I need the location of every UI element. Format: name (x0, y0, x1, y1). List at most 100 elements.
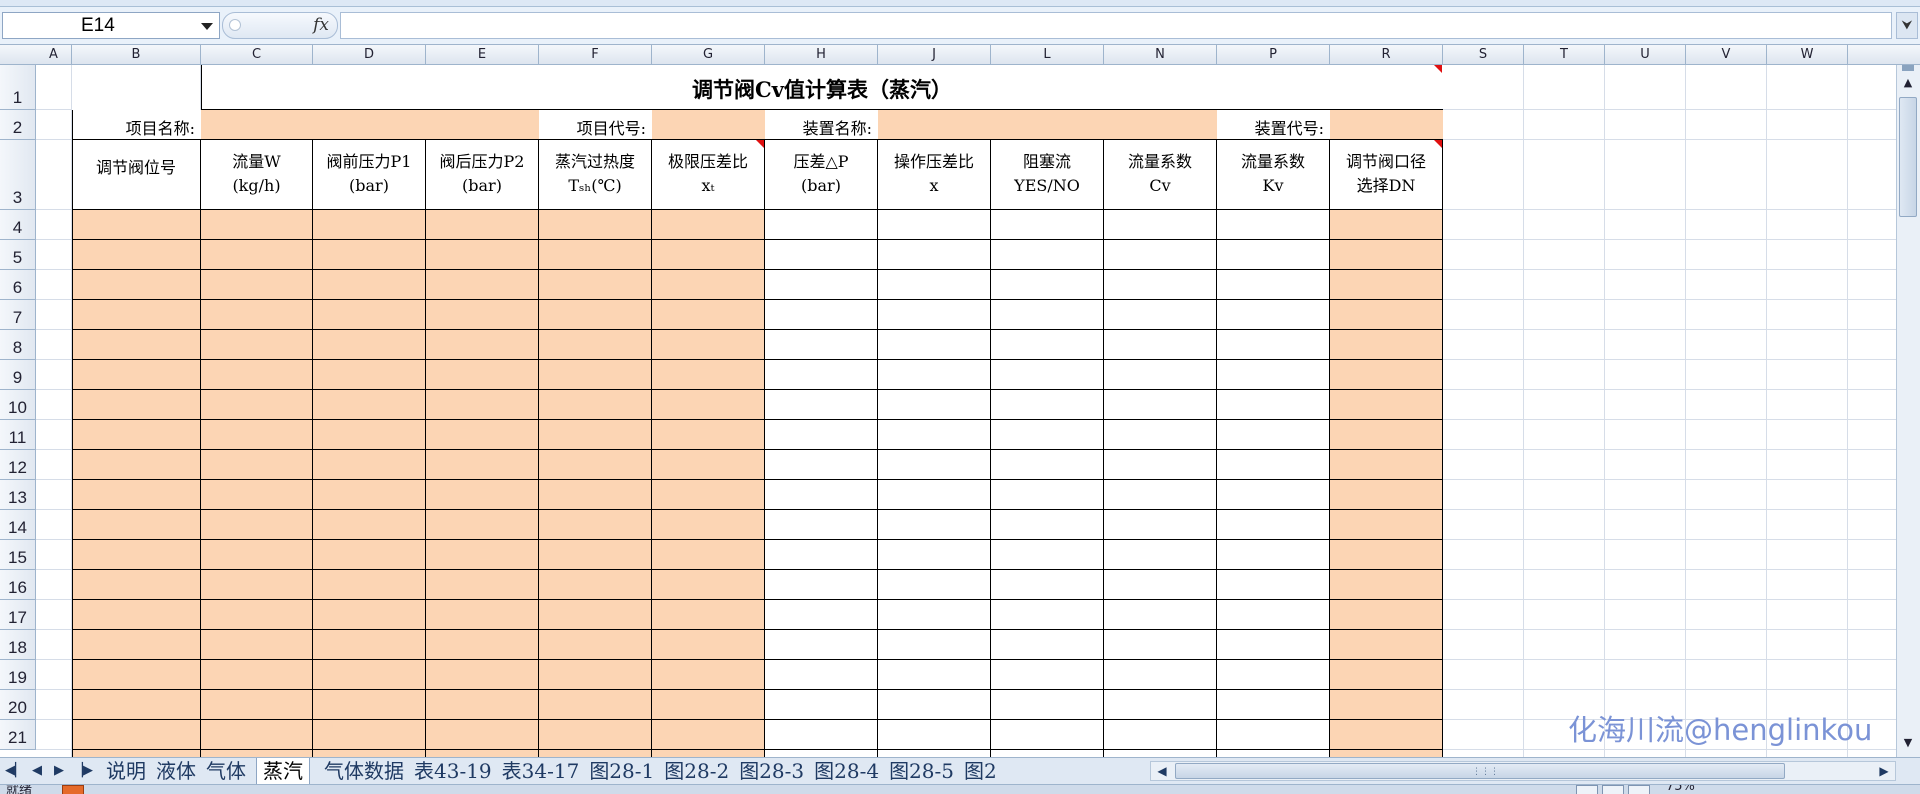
column-header-C[interactable]: C (201, 45, 313, 65)
data-cell[interactable] (201, 750, 313, 757)
data-cell[interactable] (878, 240, 991, 270)
data-cell[interactable] (201, 360, 313, 390)
data-cell[interactable] (539, 360, 652, 390)
data-cell[interactable] (1217, 240, 1330, 270)
data-cell[interactable] (765, 510, 878, 540)
last-sheet-icon[interactable]: ▕▶ (72, 762, 94, 780)
data-cell[interactable] (426, 390, 539, 420)
data-cell[interactable] (1330, 600, 1443, 630)
data-cell[interactable] (313, 660, 426, 690)
data-cell[interactable] (1330, 270, 1443, 300)
data-cell[interactable] (426, 660, 539, 690)
data-cell[interactable] (313, 510, 426, 540)
row-header-3[interactable]: 3 (0, 140, 36, 210)
row-header-20[interactable]: 20 (0, 690, 36, 720)
data-cell[interactable] (1330, 240, 1443, 270)
data-cell[interactable] (426, 360, 539, 390)
data-cell[interactable] (878, 270, 991, 300)
data-cell[interactable] (652, 240, 765, 270)
project-name-input[interactable] (201, 110, 539, 139)
data-cell[interactable] (1330, 390, 1443, 420)
data-cell[interactable] (652, 510, 765, 540)
data-cell[interactable] (878, 480, 991, 510)
data-cell[interactable] (201, 570, 313, 600)
data-cell[interactable] (313, 420, 426, 450)
data-cell[interactable] (1330, 540, 1443, 570)
data-cell[interactable] (72, 720, 201, 750)
row-header-11[interactable]: 11 (0, 420, 36, 450)
data-cell[interactable] (1217, 300, 1330, 330)
data-cell[interactable] (652, 330, 765, 360)
data-cell[interactable] (1217, 750, 1330, 757)
data-cell[interactable] (426, 480, 539, 510)
data-cell[interactable] (72, 750, 201, 757)
data-cell[interactable] (991, 210, 1104, 240)
data-cell[interactable] (72, 480, 201, 510)
worksheet-grid[interactable]: 调节阀Cv值计算表（蒸汽） 项目名称: 项目代号: 装置名称: 装置代号: 调节阀位号 流量… (36, 65, 1896, 757)
column-header-B[interactable]: B (72, 45, 201, 65)
data-cell[interactable] (539, 630, 652, 660)
column-header-F[interactable]: F (539, 45, 652, 65)
column-header-E[interactable]: E (426, 45, 539, 65)
row-header-5[interactable]: 5 (0, 240, 36, 270)
data-cell[interactable] (1104, 360, 1217, 390)
tab-图28-3[interactable]: 图28-3 (739, 758, 804, 784)
data-cell[interactable] (201, 330, 313, 360)
data-cell[interactable] (765, 630, 878, 660)
data-cell[interactable] (991, 690, 1104, 720)
data-cell[interactable] (313, 450, 426, 480)
horizontal-scroll-thumb[interactable]: ⋮⋮⋮ (1175, 763, 1785, 779)
data-cell[interactable] (201, 480, 313, 510)
vertical-scroll-thumb[interactable] (1899, 97, 1917, 217)
row-header-18[interactable]: 18 (0, 630, 36, 660)
column-header-G[interactable]: G (652, 45, 765, 65)
data-cell[interactable] (201, 210, 313, 240)
data-cell[interactable] (1330, 660, 1443, 690)
column-header-H[interactable]: H (765, 45, 878, 65)
data-cell[interactable] (652, 720, 765, 750)
header-cell-11[interactable]: 调节阀口径 选择DN (1330, 140, 1443, 210)
data-cell[interactable] (201, 600, 313, 630)
header-cell-3[interactable]: 阀后压力P2 (bar) (426, 140, 539, 210)
data-cell[interactable] (991, 300, 1104, 330)
unit-code-input[interactable] (1330, 110, 1443, 139)
row-header-7[interactable]: 7 (0, 300, 36, 330)
data-cell[interactable] (652, 270, 765, 300)
data-cell[interactable] (72, 570, 201, 600)
data-cell[interactable] (1104, 240, 1217, 270)
column-header-S[interactable]: S (1443, 45, 1524, 65)
data-cell[interactable] (313, 750, 426, 757)
data-cell[interactable] (1217, 450, 1330, 480)
formula-input[interactable] (340, 12, 1892, 39)
data-cell[interactable] (201, 270, 313, 300)
data-cell[interactable] (652, 420, 765, 450)
data-cell[interactable] (1217, 390, 1330, 420)
vertical-scrollbar[interactable]: ▲ ▼ (1896, 65, 1920, 757)
data-cell[interactable] (652, 300, 765, 330)
data-cell[interactable] (72, 420, 201, 450)
scroll-left-icon[interactable]: ◀ (1153, 762, 1171, 780)
data-cell[interactable] (765, 690, 878, 720)
comment-marker-0[interactable] (1434, 65, 1442, 73)
scroll-down-icon[interactable]: ▼ (1899, 733, 1917, 753)
data-cell[interactable] (1104, 720, 1217, 750)
data-cell[interactable] (991, 600, 1104, 630)
row-header-4[interactable]: 4 (0, 210, 36, 240)
tab-气体[interactable]: 气体 (206, 758, 246, 784)
first-sheet-icon[interactable]: ◀▏ (4, 762, 26, 780)
data-cell[interactable] (426, 540, 539, 570)
data-cell[interactable] (313, 600, 426, 630)
data-cell[interactable] (72, 690, 201, 720)
data-cell[interactable] (72, 330, 201, 360)
data-cell[interactable] (72, 270, 201, 300)
data-cell[interactable] (539, 210, 652, 240)
data-cell[interactable] (72, 630, 201, 660)
column-header-J[interactable]: J (878, 45, 991, 65)
data-cell[interactable] (878, 420, 991, 450)
data-cell[interactable] (72, 240, 201, 270)
data-cell[interactable] (72, 600, 201, 630)
row-header-16[interactable]: 16 (0, 570, 36, 600)
data-cell[interactable] (1104, 660, 1217, 690)
data-cell[interactable] (765, 210, 878, 240)
data-cell[interactable] (201, 420, 313, 450)
